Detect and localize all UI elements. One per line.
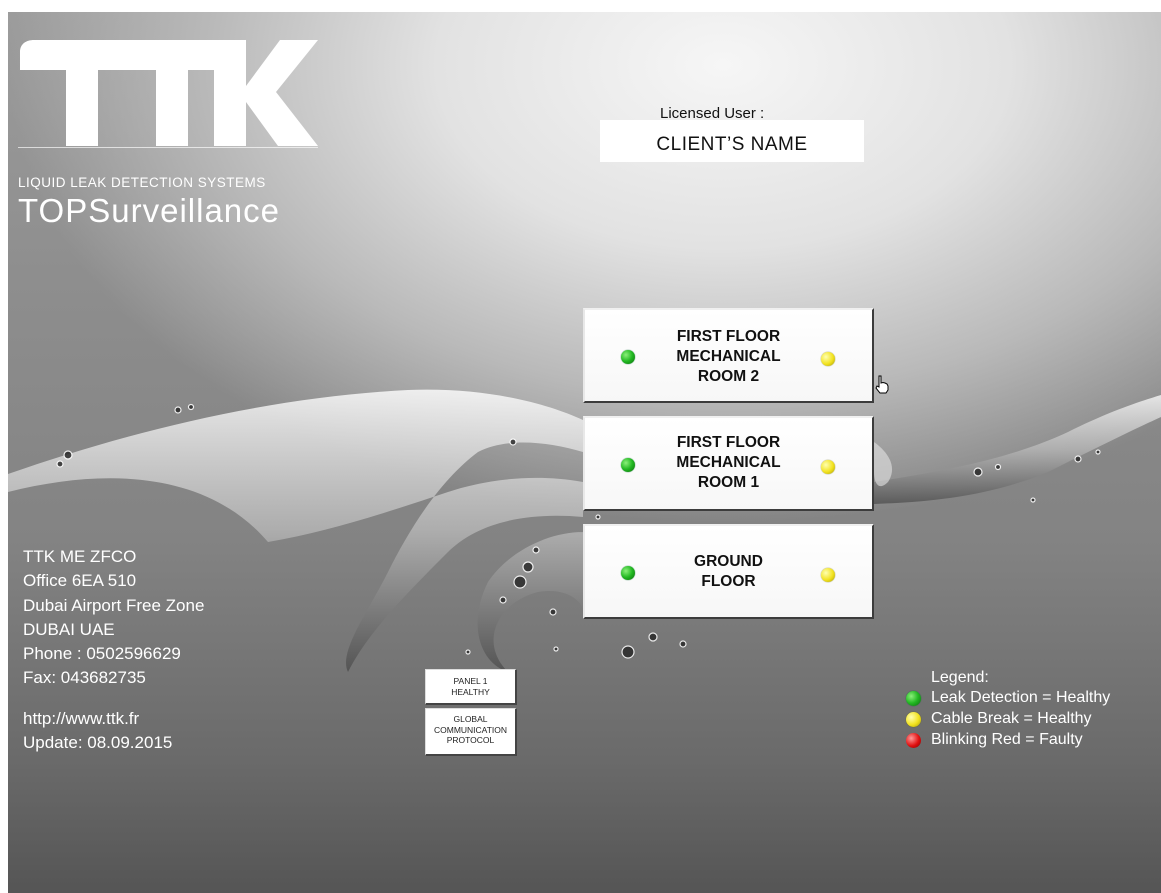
city: DUBAI UAE xyxy=(23,619,115,639)
ttk-logo xyxy=(18,38,318,148)
zone-label: GROUND FLOOR xyxy=(694,553,763,590)
website-link[interactable]: http://www.ttk.fr xyxy=(23,707,204,731)
zone-label: FIRST FLOOR MECHANICAL ROOM 1 xyxy=(676,434,781,491)
cable-status-led xyxy=(821,352,835,366)
fax-number: Fax: 043682735 xyxy=(23,668,146,688)
leak-status-led xyxy=(621,566,635,580)
leak-status-led xyxy=(621,350,635,364)
client-name-box: CLIENT’S NAME xyxy=(600,120,864,162)
ttk-logo-mark xyxy=(20,40,318,146)
red-led-icon xyxy=(906,733,921,748)
legend-item-leak-detection: Leak Detection = Healthy xyxy=(904,688,1110,709)
legend-item-cable-break: Cable Break = Healthy xyxy=(904,709,1110,730)
panel-1-healthy-button[interactable]: PANEL 1 HEALTHY xyxy=(425,669,517,705)
legend-item-faulty: Blinking Red = Faulty xyxy=(904,730,1110,751)
legend-title: Legend: xyxy=(931,669,989,686)
status-legend: Legend: Leak Detection = Healthy Cable B… xyxy=(904,668,1110,751)
global-communication-protocol-button[interactable]: GLOBAL COMMUNICATION PROTOCOL xyxy=(425,708,517,756)
company-address: TTK ME ZFCO Office 6EA 510 Dubai Airport… xyxy=(23,545,204,755)
yellow-led-icon xyxy=(906,712,921,727)
zone-button-ground-floor[interactable]: GROUND FLOOR xyxy=(583,524,874,619)
brand-tagline: LIQUID LEAK DETECTION SYSTEMS xyxy=(18,175,266,190)
green-led-icon xyxy=(906,691,921,706)
cable-status-led xyxy=(821,568,835,582)
free-zone: Dubai Airport Free Zone xyxy=(23,595,205,615)
hand-pointer-icon xyxy=(875,375,889,394)
office-number: Office 6EA 510 xyxy=(23,571,137,591)
product-name: TOPSurveillance xyxy=(18,192,281,229)
background-canvas: LIQUID LEAK DETECTION SYSTEMS TOPSurveil… xyxy=(8,12,1161,893)
phone-number: Phone : 0502596629 xyxy=(23,644,181,664)
cable-status-led xyxy=(821,460,835,474)
update-date: Update: 08.09.2015 xyxy=(23,733,173,753)
zone-button-first-floor-mech-room-1[interactable]: FIRST FLOOR MECHANICAL ROOM 1 xyxy=(583,416,874,511)
logo-divider xyxy=(18,147,318,148)
zone-button-first-floor-mech-room-2[interactable]: FIRST FLOOR MECHANICAL ROOM 2 xyxy=(583,308,874,403)
company-name: TTK ME ZFCO xyxy=(23,547,137,566)
leak-status-led xyxy=(621,458,635,472)
zone-label: FIRST FLOOR MECHANICAL ROOM 2 xyxy=(676,328,781,385)
